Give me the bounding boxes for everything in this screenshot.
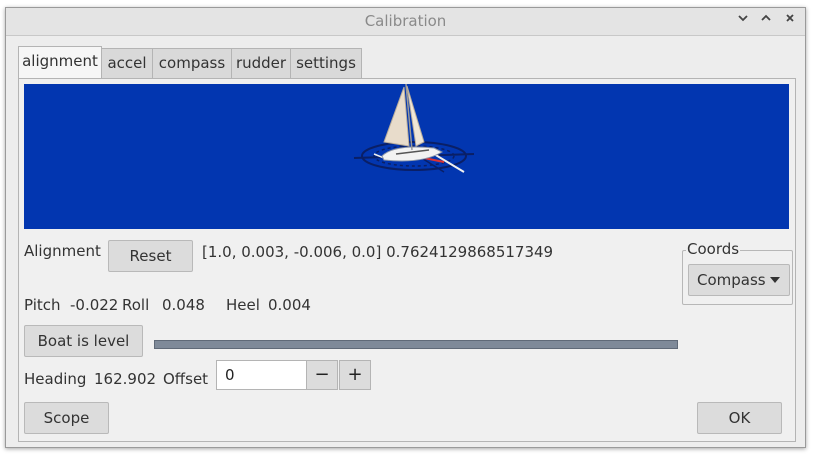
level-progress-bar	[154, 340, 678, 349]
offset-field[interactable]	[216, 360, 306, 390]
roll-value: 0.048	[162, 296, 205, 314]
minimize-button[interactable]	[734, 11, 752, 31]
coords-dropdown[interactable]: Compass	[688, 264, 790, 296]
pitch-value: -0.022	[70, 296, 119, 314]
tab-accel[interactable]: accel	[101, 48, 153, 78]
ok-button[interactable]: OK	[697, 402, 782, 434]
close-icon	[786, 14, 794, 22]
boat-icon	[353, 83, 475, 173]
tab-alignment[interactable]: alignment	[18, 46, 102, 80]
tab-settings[interactable]: settings	[290, 48, 362, 78]
maximize-icon	[761, 14, 771, 21]
offset-increment-button[interactable]: +	[339, 360, 371, 390]
maximize-button[interactable]	[757, 11, 775, 31]
tab-compass[interactable]: compass	[152, 48, 232, 78]
offset-label: Offset	[163, 370, 209, 388]
boat-preview	[24, 83, 789, 229]
scope-button[interactable]: Scope	[24, 402, 109, 434]
reset-button[interactable]: Reset	[108, 240, 193, 272]
heading-label: Heading	[24, 370, 87, 388]
calibration-window: Calibration alignment accel compass rudd…	[5, 7, 806, 448]
window-title: Calibration	[364, 12, 447, 30]
offset-decrement-button[interactable]: −	[306, 360, 338, 390]
alignment-panel: Alignment Reset [1.0, 0.003, -0.006, 0.0…	[18, 78, 796, 442]
close-button[interactable]	[781, 11, 799, 31]
heel-label: Heel	[226, 296, 260, 314]
pitch-label: Pitch	[24, 296, 61, 314]
title-bar[interactable]: Calibration	[6, 8, 805, 36]
boat-is-level-button[interactable]: Boat is level	[24, 325, 143, 357]
coords-title: Coords	[686, 240, 741, 258]
caret-down-icon	[770, 277, 780, 283]
heading-value: 162.902	[94, 370, 157, 388]
minimize-icon	[738, 15, 748, 22]
heel-value: 0.004	[268, 296, 311, 314]
coords-selected: Compass	[697, 271, 766, 289]
alignment-value: [1.0, 0.003, -0.006, 0.0] 0.762412986851…	[202, 243, 554, 261]
roll-label: Roll	[122, 296, 150, 314]
alignment-label: Alignment	[24, 242, 101, 260]
tab-rudder[interactable]: rudder	[231, 48, 291, 78]
